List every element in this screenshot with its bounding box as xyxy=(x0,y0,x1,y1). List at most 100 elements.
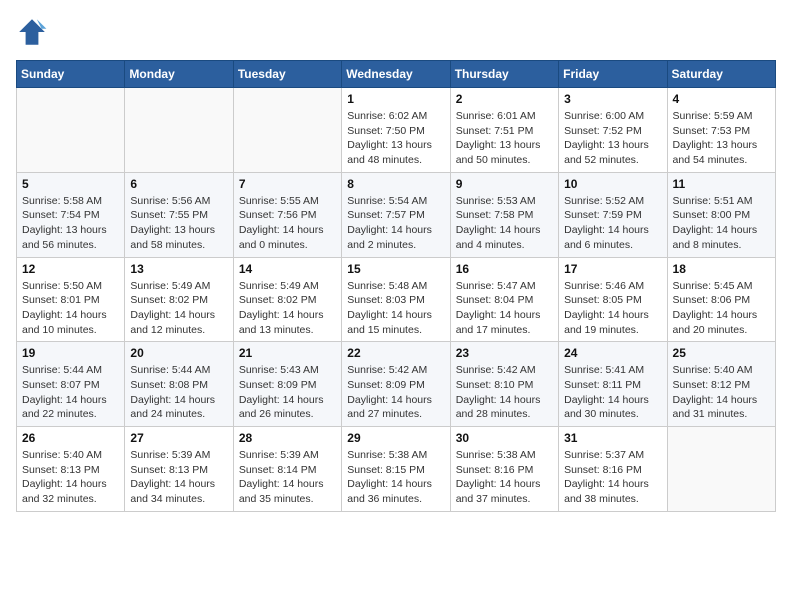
calendar-body: 1 Sunrise: 6:02 AM Sunset: 7:50 PM Daylig… xyxy=(17,88,776,512)
calendar-cell: 3Sunrise: 6:00 AM Sunset: 7:52 PM Daylig… xyxy=(559,88,667,173)
calendar-cell: 28Sunrise: 5:39 AM Sunset: 8:14 PM Dayli… xyxy=(233,427,341,512)
day-number: 1 xyxy=(347,92,444,106)
day-info: Sunrise: 5:38 AM Sunset: 8:16 PM Dayligh… xyxy=(456,448,553,507)
day-number: 17 xyxy=(564,262,661,276)
day-info: Sunrise: 5:49 AM Sunset: 8:02 PM Dayligh… xyxy=(130,279,227,338)
calendar-cell: 19 Sunrise: 5:44 AM Sunset: 8:07 PM Dayli… xyxy=(17,342,125,427)
calendar-cell: 16Sunrise: 5:47 AM Sunset: 8:04 PM Dayli… xyxy=(450,257,558,342)
logo xyxy=(16,16,52,48)
day-info: Sunrise: 5:49 AM Sunset: 8:02 PM Dayligh… xyxy=(239,279,336,338)
weekday-header: Friday xyxy=(559,61,667,88)
day-number: 4 xyxy=(673,92,770,106)
calendar-week-row: 1 Sunrise: 6:02 AM Sunset: 7:50 PM Daylig… xyxy=(17,88,776,173)
day-number: 10 xyxy=(564,177,661,191)
calendar-table: SundayMondayTuesdayWednesdayThursdayFrid… xyxy=(16,60,776,512)
day-number: 18 xyxy=(673,262,770,276)
day-info: Sunrise: 5:40 AM Sunset: 8:12 PM Dayligh… xyxy=(673,363,770,422)
day-number: 6 xyxy=(130,177,227,191)
day-number: 16 xyxy=(456,262,553,276)
weekday-header: Tuesday xyxy=(233,61,341,88)
calendar-cell: 23 Sunrise: 5:42 AM Sunset: 8:10 PM Dayli… xyxy=(450,342,558,427)
calendar-cell xyxy=(667,427,775,512)
calendar-cell: 15Sunrise: 5:48 AM Sunset: 8:03 PM Dayli… xyxy=(342,257,450,342)
weekday-header: Sunday xyxy=(17,61,125,88)
day-info: Sunrise: 5:44 AM Sunset: 8:07 PM Dayligh… xyxy=(22,363,119,422)
day-info: Sunrise: 5:50 AM Sunset: 8:01 PM Dayligh… xyxy=(22,279,119,338)
calendar-cell: 8Sunrise: 5:54 AM Sunset: 7:57 PM Daylig… xyxy=(342,172,450,257)
day-number: 19 xyxy=(22,346,119,360)
day-info: Sunrise: 5:53 AM Sunset: 7:58 PM Dayligh… xyxy=(456,194,553,253)
day-number: 28 xyxy=(239,431,336,445)
calendar-cell: 21 Sunrise: 5:43 AM Sunset: 8:09 PM Dayli… xyxy=(233,342,341,427)
day-info: Sunrise: 5:37 AM Sunset: 8:16 PM Dayligh… xyxy=(564,448,661,507)
day-number: 26 xyxy=(22,431,119,445)
day-number: 14 xyxy=(239,262,336,276)
day-number: 5 xyxy=(22,177,119,191)
calendar-cell: 2 Sunrise: 6:01 AM Sunset: 7:51 PM Daylig… xyxy=(450,88,558,173)
day-info: Sunrise: 5:55 AM Sunset: 7:56 PM Dayligh… xyxy=(239,194,336,253)
day-info: Sunrise: 6:01 AM Sunset: 7:51 PM Dayligh… xyxy=(456,109,553,168)
day-info: Sunrise: 5:40 AM Sunset: 8:13 PM Dayligh… xyxy=(22,448,119,507)
calendar-cell: 14 Sunrise: 5:49 AM Sunset: 8:02 PM Dayli… xyxy=(233,257,341,342)
calendar-cell: 4 Sunrise: 5:59 AM Sunset: 7:53 PM Daylig… xyxy=(667,88,775,173)
calendar-cell: 9 Sunrise: 5:53 AM Sunset: 7:58 PM Daylig… xyxy=(450,172,558,257)
day-number: 22 xyxy=(347,346,444,360)
day-info: Sunrise: 5:46 AM Sunset: 8:05 PM Dayligh… xyxy=(564,279,661,338)
calendar-cell: 12 Sunrise: 5:50 AM Sunset: 8:01 PM Dayli… xyxy=(17,257,125,342)
day-info: Sunrise: 5:42 AM Sunset: 8:09 PM Dayligh… xyxy=(347,363,444,422)
calendar-cell: 29 Sunrise: 5:38 AM Sunset: 8:15 PM Dayli… xyxy=(342,427,450,512)
calendar-cell: 6 Sunrise: 5:56 AM Sunset: 7:55 PM Daylig… xyxy=(125,172,233,257)
day-number: 12 xyxy=(22,262,119,276)
calendar-cell: 25 Sunrise: 5:40 AM Sunset: 8:12 PM Dayli… xyxy=(667,342,775,427)
day-info: Sunrise: 5:41 AM Sunset: 8:11 PM Dayligh… xyxy=(564,363,661,422)
day-number: 29 xyxy=(347,431,444,445)
day-info: Sunrise: 5:51 AM Sunset: 8:00 PM Dayligh… xyxy=(673,194,770,253)
weekday-header: Saturday xyxy=(667,61,775,88)
day-number: 23 xyxy=(456,346,553,360)
calendar-cell: 31 Sunrise: 5:37 AM Sunset: 8:16 PM Dayli… xyxy=(559,427,667,512)
calendar-week-row: 5 Sunrise: 5:58 AM Sunset: 7:54 PM Daylig… xyxy=(17,172,776,257)
weekday-header: Monday xyxy=(125,61,233,88)
day-number: 2 xyxy=(456,92,553,106)
calendar-cell: 7 Sunrise: 5:55 AM Sunset: 7:56 PM Daylig… xyxy=(233,172,341,257)
day-number: 25 xyxy=(673,346,770,360)
day-info: Sunrise: 5:42 AM Sunset: 8:10 PM Dayligh… xyxy=(456,363,553,422)
day-number: 31 xyxy=(564,431,661,445)
calendar-cell: 27 Sunrise: 5:39 AM Sunset: 8:13 PM Dayli… xyxy=(125,427,233,512)
day-number: 30 xyxy=(456,431,553,445)
day-number: 8 xyxy=(347,177,444,191)
calendar-cell xyxy=(125,88,233,173)
calendar-cell: 13Sunrise: 5:49 AM Sunset: 8:02 PM Dayli… xyxy=(125,257,233,342)
day-number: 15 xyxy=(347,262,444,276)
day-number: 21 xyxy=(239,346,336,360)
day-number: 20 xyxy=(130,346,227,360)
day-number: 11 xyxy=(673,177,770,191)
day-number: 9 xyxy=(456,177,553,191)
calendar-cell: 11 Sunrise: 5:51 AM Sunset: 8:00 PM Dayli… xyxy=(667,172,775,257)
day-info: Sunrise: 5:58 AM Sunset: 7:54 PM Dayligh… xyxy=(22,194,119,253)
logo-icon xyxy=(16,16,48,48)
day-number: 7 xyxy=(239,177,336,191)
day-number: 24 xyxy=(564,346,661,360)
weekday-header: Wednesday xyxy=(342,61,450,88)
calendar-cell: 17 Sunrise: 5:46 AM Sunset: 8:05 PM Dayli… xyxy=(559,257,667,342)
calendar-cell: 10 Sunrise: 5:52 AM Sunset: 7:59 PM Dayli… xyxy=(559,172,667,257)
calendar-cell: 26 Sunrise: 5:40 AM Sunset: 8:13 PM Dayli… xyxy=(17,427,125,512)
day-info: Sunrise: 5:39 AM Sunset: 8:13 PM Dayligh… xyxy=(130,448,227,507)
day-info: Sunrise: 5:52 AM Sunset: 7:59 PM Dayligh… xyxy=(564,194,661,253)
day-info: Sunrise: 5:59 AM Sunset: 7:53 PM Dayligh… xyxy=(673,109,770,168)
calendar-cell: 22 Sunrise: 5:42 AM Sunset: 8:09 PM Dayli… xyxy=(342,342,450,427)
calendar-cell: 24 Sunrise: 5:41 AM Sunset: 8:11 PM Dayli… xyxy=(559,342,667,427)
day-info: Sunrise: 6:02 AM Sunset: 7:50 PM Dayligh… xyxy=(347,109,444,168)
calendar-cell: 18 Sunrise: 5:45 AM Sunset: 8:06 PM Dayli… xyxy=(667,257,775,342)
calendar-cell xyxy=(17,88,125,173)
day-info: Sunrise: 5:43 AM Sunset: 8:09 PM Dayligh… xyxy=(239,363,336,422)
day-info: Sunrise: 5:56 AM Sunset: 7:55 PM Dayligh… xyxy=(130,194,227,253)
day-number: 27 xyxy=(130,431,227,445)
day-info: Sunrise: 5:45 AM Sunset: 8:06 PM Dayligh… xyxy=(673,279,770,338)
calendar-cell: 1 Sunrise: 6:02 AM Sunset: 7:50 PM Daylig… xyxy=(342,88,450,173)
day-info: Sunrise: 6:00 AM Sunset: 7:52 PM Dayligh… xyxy=(564,109,661,168)
calendar-week-row: 12 Sunrise: 5:50 AM Sunset: 8:01 PM Dayli… xyxy=(17,257,776,342)
day-info: Sunrise: 5:38 AM Sunset: 8:15 PM Dayligh… xyxy=(347,448,444,507)
calendar-header: SundayMondayTuesdayWednesdayThursdayFrid… xyxy=(17,61,776,88)
